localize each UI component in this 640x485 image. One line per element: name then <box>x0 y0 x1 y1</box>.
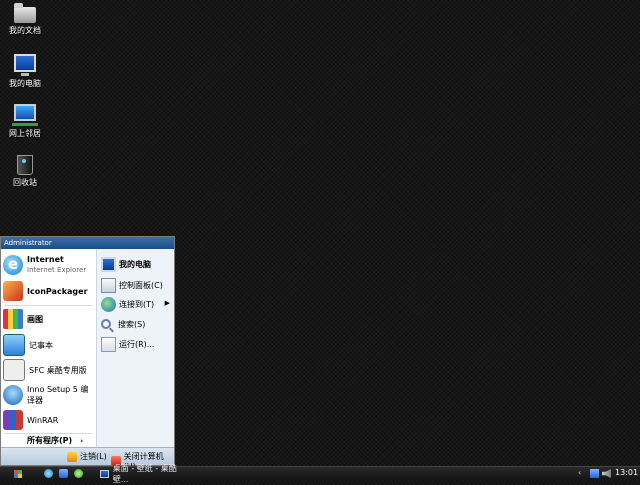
place-control-panel[interactable]: 控制面板(C) <box>101 276 175 294</box>
clock[interactable]: 13:01 <box>615 468 638 477</box>
start-menu-places-pane: 我的电脑 控制面板(C) 连接到(T) ▶ 搜索(S) 运行(R)... <box>97 249 174 450</box>
desktop-icon-label: 网上邻居 <box>9 129 41 138</box>
recycle-bin-icon <box>17 155 33 175</box>
all-programs-button[interactable]: 所有程序(P) › <box>27 435 83 446</box>
desktop-icon-label: 回收站 <box>13 178 37 187</box>
iconpackager-icon <box>3 281 23 301</box>
search-icon <box>101 319 111 329</box>
place-my-computer[interactable]: 我的电脑 <box>101 255 175 273</box>
inno-setup-icon <box>3 385 23 405</box>
program-iconpackager[interactable]: IconPackager <box>3 279 95 303</box>
program-sfc[interactable]: SFC 桌酷专用版 <box>3 358 95 382</box>
program-label: WinRAR <box>27 415 59 425</box>
program-sublabel: Internet Explorer <box>27 266 87 274</box>
logoff-icon <box>67 451 77 462</box>
logoff-label: 注销(L) <box>80 452 107 461</box>
desktop-icon-my-documents[interactable]: 我的文档 <box>2 3 48 36</box>
folder-icon <box>14 3 36 23</box>
sfc-icon <box>3 359 25 381</box>
logoff-button[interactable]: 注销(L) <box>67 451 107 462</box>
taskbar: 桌面 - 壁纸 - 桌酷壁... ‹ 13:01 <box>0 464 640 484</box>
start-menu: Administrator Internet Internet Explorer… <box>0 236 175 471</box>
place-search[interactable]: 搜索(S) <box>101 315 175 333</box>
place-label: 运行(R)... <box>119 339 155 349</box>
all-programs-separator <box>5 433 92 434</box>
computer-icon <box>14 54 36 76</box>
pinned-separator <box>5 305 92 306</box>
quicklaunch-media-player-icon[interactable] <box>74 469 83 478</box>
paint-icon <box>3 309 23 329</box>
place-label: 我的电脑 <box>119 259 151 269</box>
taskbar-window-button[interactable]: 桌面 - 壁纸 - 桌酷壁... <box>100 464 190 484</box>
windows-logo-icon <box>14 469 22 478</box>
program-notepad[interactable]: 记事本 <box>3 333 95 357</box>
program-inno-setup[interactable]: Inno Setup 5 编译器 <box>3 383 95 407</box>
submenu-arrow-icon: ▶ <box>164 299 170 307</box>
program-label: Inno Setup 5 编译器 <box>27 385 89 405</box>
volume-icon[interactable] <box>602 469 611 478</box>
internet-explorer-icon <box>3 255 23 275</box>
start-button[interactable] <box>4 468 32 479</box>
network-tray-icon[interactable] <box>590 469 599 478</box>
quicklaunch-show-desktop-icon[interactable] <box>59 469 68 478</box>
program-winrar[interactable]: WinRAR <box>3 408 95 432</box>
program-label: 画图 <box>27 314 43 324</box>
tray-expand-icon[interactable]: ‹ <box>578 468 581 477</box>
run-icon <box>101 336 116 352</box>
taskbar-window-title: 桌面 - 壁纸 - 桌酷壁... <box>112 463 177 484</box>
start-menu-body: Internet Internet Explorer IconPackager … <box>1 249 174 450</box>
winrar-icon <box>3 410 23 430</box>
desktop-icon-my-computer[interactable]: 我的电脑 <box>2 54 48 89</box>
control-panel-icon <box>101 277 116 293</box>
program-internet[interactable]: Internet Internet Explorer <box>3 253 95 277</box>
program-label: Internet <box>27 255 64 264</box>
desktop-icon-recycle-bin[interactable]: 回收站 <box>2 155 48 188</box>
program-label: 记事本 <box>29 340 53 350</box>
place-label: 控制面板(C) <box>119 280 163 290</box>
quicklaunch-ie-icon[interactable] <box>44 469 53 478</box>
desktop-icon-network[interactable]: 网上邻居 <box>2 104 48 139</box>
program-label: IconPackager <box>27 286 88 296</box>
network-icon <box>12 104 38 126</box>
desktop-icon-label: 我的文档 <box>9 26 41 35</box>
program-paint[interactable]: 画图 <box>3 307 95 331</box>
window-icon <box>100 469 109 478</box>
chevron-right-icon: › <box>80 436 84 445</box>
desktop-icon-label: 我的电脑 <box>9 79 41 88</box>
start-menu-programs-pane: Internet Internet Explorer IconPackager … <box>1 249 97 450</box>
place-run[interactable]: 运行(R)... <box>101 335 175 353</box>
computer-icon <box>101 256 116 272</box>
place-label: 搜索(S) <box>118 319 146 329</box>
connect-icon <box>101 296 116 312</box>
start-menu-user-name: Administrator <box>1 237 174 249</box>
all-programs-label: 所有程序(P) <box>27 436 73 445</box>
place-label: 连接到(T) <box>119 299 155 309</box>
notepad-icon <box>3 334 25 356</box>
program-label: SFC 桌酷专用版 <box>29 365 87 375</box>
